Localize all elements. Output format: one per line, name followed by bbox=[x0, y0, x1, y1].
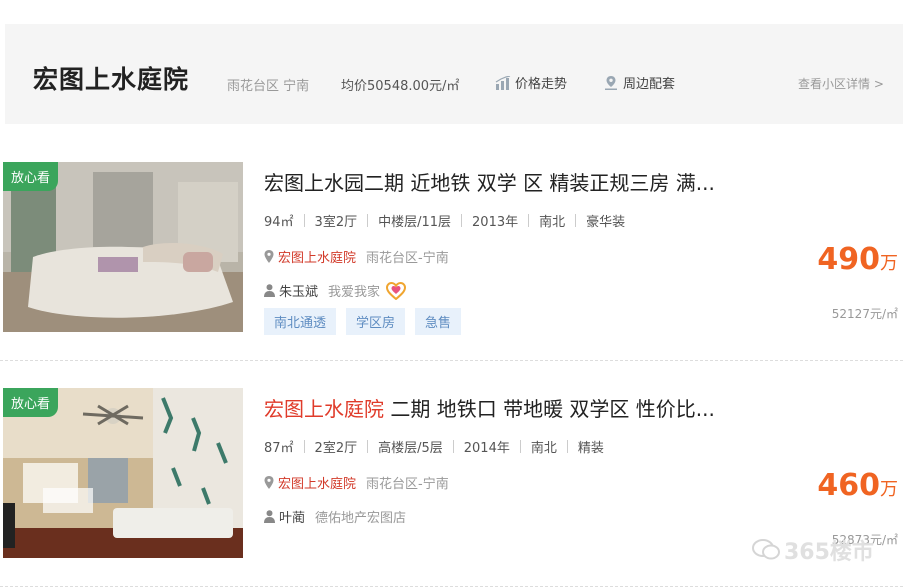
attr-layout: 3室2厅 bbox=[314, 215, 358, 230]
agent-shop: 我爱我家 bbox=[328, 285, 381, 300]
listing-photo[interactable]: 放心看 bbox=[3, 162, 243, 332]
listing-card[interactable]: 放心看 宏图上水园二期 近地铁 双学 区 精装正规三房 满... 94㎡ 3室2… bbox=[0, 160, 903, 350]
agent-name[interactable]: 叶蔺 bbox=[279, 507, 305, 526]
listing-tags: 南北通透 学区房 急售 bbox=[264, 308, 471, 335]
average-price: 均价50548.00元/㎡ bbox=[341, 79, 460, 94]
community-header: 宏图上水庭院 雨花台区 宁南 均价50548.00元/㎡ 价格走势 周边配套 查… bbox=[5, 24, 903, 124]
title-text: 二期 地铁口 带地暖 双学区 性价比... bbox=[384, 397, 715, 421]
location-icon bbox=[264, 476, 274, 489]
tag: 学区房 bbox=[346, 308, 406, 335]
agent-info: 朱玉斌 我爱我家 bbox=[264, 281, 407, 300]
title-text: 宏图上水园二期 近地铁 双学 区 精装正规三房 满... bbox=[264, 171, 715, 195]
listing-attributes: 94㎡ 3室2厅 中楼层/11层 2013年 南北 豪华装 bbox=[264, 211, 625, 230]
trusted-view-badge: 放心看 bbox=[3, 388, 59, 417]
price-unit: 万 bbox=[880, 253, 898, 274]
listing-attributes: 87㎡ 2室2厅 高楼层/5层 2014年 南北 精装 bbox=[264, 437, 604, 456]
location-pin-icon bbox=[605, 75, 617, 90]
heart-logo-icon bbox=[386, 281, 407, 300]
attr-decoration: 豪华装 bbox=[586, 215, 626, 230]
nearby-link[interactable]: 周边配套 bbox=[603, 73, 675, 92]
district-text: 雨花台区-宁南 bbox=[366, 251, 449, 266]
total-price: 490万 bbox=[817, 242, 898, 277]
divider bbox=[0, 360, 903, 361]
community-link[interactable]: 宏图上水庭院 bbox=[278, 247, 356, 266]
attr-year: 2013年 bbox=[472, 215, 519, 230]
divider bbox=[0, 586, 903, 587]
community-title: 宏图上水庭院 bbox=[33, 65, 190, 94]
attr-layout: 2室2厅 bbox=[314, 441, 358, 456]
location-icon bbox=[264, 250, 274, 263]
total-price: 460万 bbox=[817, 468, 898, 503]
district-text: 雨花台区-宁南 bbox=[366, 477, 449, 492]
community-link[interactable]: 宏图上水庭院 bbox=[278, 473, 356, 492]
attr-orientation: 南北 bbox=[530, 441, 557, 456]
title-highlight: 宏图上水庭院 bbox=[264, 397, 384, 421]
attr-orientation: 南北 bbox=[539, 215, 566, 230]
listing-title[interactable]: 宏图上水庭院 二期 地铁口 带地暖 双学区 性价比... bbox=[264, 393, 715, 422]
unit-price: 52127元/㎡ bbox=[831, 307, 898, 321]
listing-photo[interactable]: 放心看 bbox=[3, 388, 243, 558]
chart-icon bbox=[495, 75, 511, 90]
attr-floor: 中楼层/11层 bbox=[378, 215, 452, 230]
price-trend-link[interactable]: 价格走势 bbox=[495, 73, 567, 92]
price-value: 460 bbox=[817, 468, 880, 503]
watermark-text: 365楼市 bbox=[784, 540, 874, 565]
community-detail-link[interactable]: 查看小区详情 > bbox=[798, 75, 884, 92]
price-trend-label: 价格走势 bbox=[515, 77, 568, 92]
agent-name[interactable]: 朱玉斌 bbox=[279, 281, 318, 300]
price-unit: 万 bbox=[880, 479, 898, 500]
price-value: 490 bbox=[817, 242, 880, 277]
agent-info: 叶蔺 德佑地产宏图店 bbox=[264, 507, 406, 526]
person-icon bbox=[264, 284, 275, 297]
agent-shop: 德佑地产宏图店 bbox=[315, 511, 407, 526]
listing-location: 宏图上水庭院 雨花台区-宁南 bbox=[264, 473, 449, 492]
listing-title[interactable]: 宏图上水园二期 近地铁 双学 区 精装正规三房 满... bbox=[264, 167, 715, 196]
watermark: 365楼市 bbox=[752, 534, 874, 566]
trusted-view-badge: 放心看 bbox=[3, 162, 59, 191]
attr-year: 2014年 bbox=[463, 441, 510, 456]
attr-floor: 高楼层/5层 bbox=[378, 441, 443, 456]
community-area: 雨花台区 宁南 bbox=[227, 79, 310, 94]
attr-area: 94㎡ bbox=[264, 215, 294, 230]
attr-decoration: 精装 bbox=[577, 441, 604, 456]
tag: 南北通透 bbox=[264, 308, 337, 335]
chat-bubble-icon bbox=[752, 539, 780, 560]
nearby-label: 周边配套 bbox=[623, 77, 676, 92]
tag: 急售 bbox=[415, 308, 462, 335]
person-icon bbox=[264, 510, 275, 523]
attr-area: 87㎡ bbox=[264, 441, 294, 456]
listing-location: 宏图上水庭院 雨花台区-宁南 bbox=[264, 247, 449, 266]
